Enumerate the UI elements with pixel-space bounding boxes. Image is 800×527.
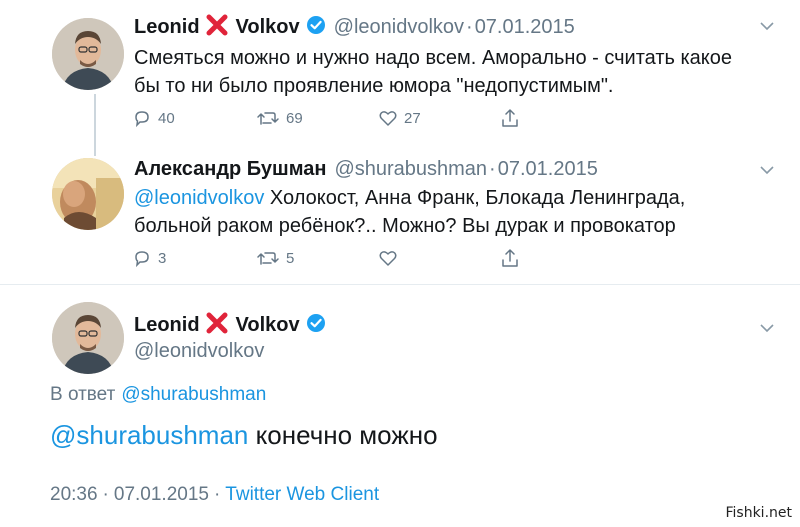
- red-x-icon: [206, 312, 228, 339]
- tweet3-reply-context: В ответ @shurabushman: [50, 384, 266, 406]
- avatar-shurabushman[interactable]: [52, 158, 124, 230]
- tweet2-handle[interactable]: @shurabushman: [334, 158, 487, 181]
- share-icon: [500, 248, 520, 268]
- tweet1-text-line1: Смеяться можно и нужно надо всем. Аморал…: [134, 47, 733, 69]
- tweet2-text-line1: @leonidvolkov Холокост, Анна Франк, Блок…: [134, 184, 685, 212]
- tweet2-header: Александр Бушман @shurabushman · 07.01.2…: [134, 156, 598, 182]
- tweet1-reply-count: 40: [158, 109, 175, 127]
- chevron-down-icon[interactable]: [760, 320, 774, 338]
- retweet-icon: [256, 108, 280, 128]
- like-icon: [378, 248, 398, 268]
- tweet1-name-last[interactable]: Volkov: [236, 16, 300, 39]
- tweet3-client[interactable]: Twitter Web Client: [225, 484, 379, 506]
- tweet2-mention[interactable]: @leonidvolkov: [134, 187, 264, 209]
- tweet2-retweet-count: 5: [286, 249, 295, 267]
- tweet2-date[interactable]: 07.01.2015: [498, 158, 598, 181]
- tweet3-handle[interactable]: @leonidvolkov: [134, 340, 264, 363]
- tweet3-meta: 20:36 · 07.01.2015 · Twitter Web Client: [50, 484, 379, 506]
- tweet1-sep: ·: [466, 15, 473, 38]
- tweet1-retweet-count: 69: [286, 109, 303, 127]
- tweet1-share-button[interactable]: [500, 108, 520, 128]
- tweet1-date[interactable]: 07.01.2015: [475, 16, 575, 39]
- tweet2-text: @leonidvolkov Холокост, Анна Франк, Блок…: [134, 184, 685, 240]
- meta-sep: ·: [213, 484, 221, 505]
- tweet3-name-first[interactable]: Leonid: [134, 314, 200, 337]
- tweet2-name[interactable]: Александр Бушман: [134, 158, 326, 181]
- tweet2-share-button[interactable]: [500, 248, 520, 268]
- tweet1-text: Смеяться можно и нужно надо всем. Аморал…: [134, 44, 732, 100]
- divider: [0, 284, 800, 285]
- tweet1-like-count: 27: [404, 109, 421, 127]
- tweet3-mention[interactable]: @shurabushman: [50, 420, 248, 451]
- tweet2-text-line2: больной раком ребёнок?.. Можно? Вы дурак…: [134, 215, 676, 237]
- reply-icon: [132, 108, 152, 128]
- avatar-leonid-1[interactable]: [52, 18, 124, 90]
- tweet1-name-first[interactable]: Leonid: [134, 16, 200, 39]
- tweet3-text: @shurabushman конечно можно: [50, 420, 438, 451]
- verified-icon: [306, 15, 326, 40]
- watermark: Fishki.net: [725, 505, 792, 521]
- tweet2-reply-button[interactable]: 3: [132, 248, 166, 268]
- tweet1-retweet-button[interactable]: 69: [256, 108, 303, 128]
- like-icon: [378, 108, 398, 128]
- meta-sep: ·: [102, 484, 109, 505]
- chevron-down-icon[interactable]: [760, 18, 774, 36]
- chevron-down-icon[interactable]: [760, 162, 774, 180]
- tweet3-name-last[interactable]: Volkov: [236, 314, 300, 337]
- tweet3-date[interactable]: 07.01.2015: [114, 484, 209, 506]
- red-x-icon: [206, 14, 228, 41]
- reply-icon: [132, 248, 152, 268]
- tweet2-retweet-button[interactable]: 5: [256, 248, 294, 268]
- tweet1-header: Leonid Volkov @leonidvolkov · 07.01.2015: [134, 14, 575, 40]
- tweet2-reply-count: 3: [158, 249, 167, 267]
- thread-line: [94, 94, 96, 156]
- tweet3-text-rest: конечно можно: [248, 420, 438, 450]
- tweet1-handle[interactable]: @leonidvolkov: [334, 16, 464, 39]
- verified-icon: [306, 313, 326, 338]
- reply-to-link[interactable]: @shurabushman: [121, 384, 266, 406]
- tweet3-time[interactable]: 20:36: [50, 484, 98, 506]
- tweet1-reply-button[interactable]: 40: [132, 108, 175, 128]
- tweet2-like-button[interactable]: [378, 248, 398, 268]
- avatar-leonid-2[interactable]: [52, 302, 124, 374]
- reply-prefix: В ответ: [50, 384, 116, 405]
- tweet1-text-line2: бы то ни было проявление юмора "недопуст…: [134, 75, 614, 97]
- tweet1-like-button[interactable]: 27: [378, 108, 421, 128]
- tweet2-text-line1-rest: Холокост, Анна Франк, Блокада Ленинграда…: [264, 187, 686, 209]
- tweet2-sep: ·: [489, 157, 496, 180]
- tweet3-name-row: Leonid Volkov: [134, 312, 326, 338]
- share-icon: [500, 108, 520, 128]
- retweet-icon: [256, 248, 280, 268]
